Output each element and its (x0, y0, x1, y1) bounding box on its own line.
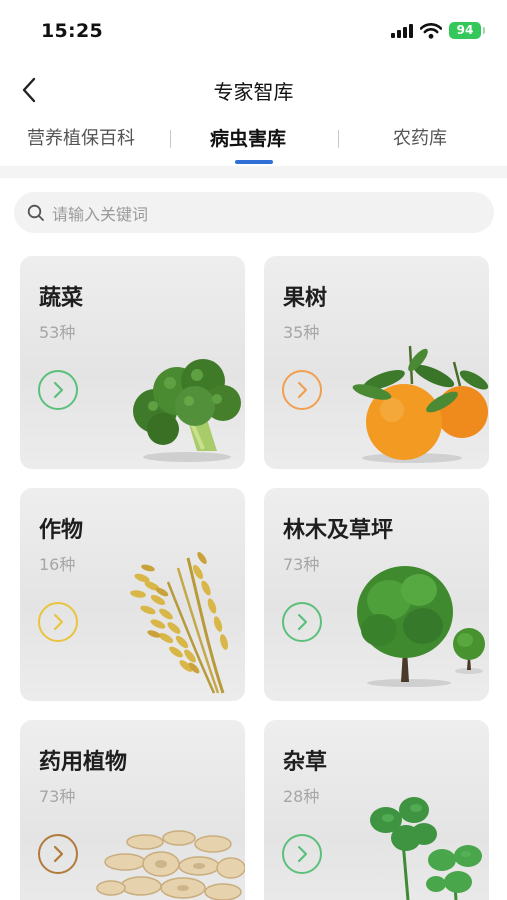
battery-icon: 94 (449, 22, 485, 39)
category-arrow-button[interactable] (38, 834, 78, 874)
chevron-right-icon (297, 381, 308, 399)
search-placeholder: 请输入关键词 (52, 204, 149, 224)
signal-icon (391, 23, 413, 38)
category-title: 杂草 (283, 750, 328, 775)
clover-image (370, 797, 482, 900)
category-card-weeds[interactable]: 杂草 28种 (264, 720, 489, 900)
category-count: 73种 (39, 787, 76, 806)
nav-bar: 专家智库 (0, 62, 507, 118)
chevron-right-icon (53, 845, 64, 863)
category-card-vegetables[interactable]: 蔬菜 53种 (20, 256, 245, 469)
category-card-forest-lawn[interactable]: 林木及草坪 73种 (264, 488, 489, 701)
status-bar: 15:25 94 (0, 0, 507, 62)
category-title: 果树 (283, 286, 328, 311)
category-card-fruit-trees[interactable]: 果树 35种 (264, 256, 489, 469)
category-count: 73种 (283, 555, 320, 574)
category-count: 53种 (39, 323, 76, 342)
category-card-medicinal-plants[interactable]: 药用植物 73种 (20, 720, 245, 900)
status-time: 15:25 (41, 20, 103, 42)
category-arrow-button[interactable] (38, 602, 78, 642)
category-count: 16种 (39, 555, 76, 574)
status-icons: 94 (391, 22, 485, 39)
search-icon (27, 204, 44, 221)
search-input[interactable]: 请输入关键词 (14, 192, 494, 233)
section-divider (0, 166, 507, 178)
herb-slices-image (96, 830, 245, 900)
category-count: 28种 (283, 787, 320, 806)
chevron-right-icon (297, 613, 308, 631)
rice-image (130, 552, 228, 694)
wifi-icon (420, 22, 442, 39)
category-arrow-button[interactable] (282, 602, 322, 642)
broccoli-image (133, 359, 241, 462)
tab-pest-library[interactable]: 病虫害库 (210, 124, 286, 151)
chevron-right-icon (53, 381, 64, 399)
category-title: 林木及草坪 (283, 518, 394, 543)
tree-image (357, 566, 485, 687)
category-arrow-button[interactable] (282, 370, 322, 410)
active-tab-indicator (235, 160, 273, 164)
category-arrow-button[interactable] (282, 834, 322, 874)
category-title: 作物 (39, 518, 84, 543)
category-card-crops[interactable]: 作物 16种 (20, 488, 245, 701)
category-count: 35种 (283, 323, 320, 342)
category-title: 蔬菜 (39, 286, 84, 311)
tangerine-image (352, 345, 489, 463)
tab-pesticide-library[interactable]: 农药库 (393, 124, 447, 150)
chevron-right-icon (53, 613, 64, 631)
chevron-right-icon (297, 845, 308, 863)
tab-divider (170, 130, 171, 148)
page-title: 专家智库 (213, 80, 294, 104)
category-arrow-button[interactable] (38, 370, 78, 410)
tab-bar: 营养植保百科 病虫害库 农药库 (0, 118, 507, 166)
tab-nutrition-encyclopedia[interactable]: 营养植保百科 (27, 124, 135, 150)
tab-divider (338, 130, 339, 148)
category-title: 药用植物 (39, 750, 128, 775)
